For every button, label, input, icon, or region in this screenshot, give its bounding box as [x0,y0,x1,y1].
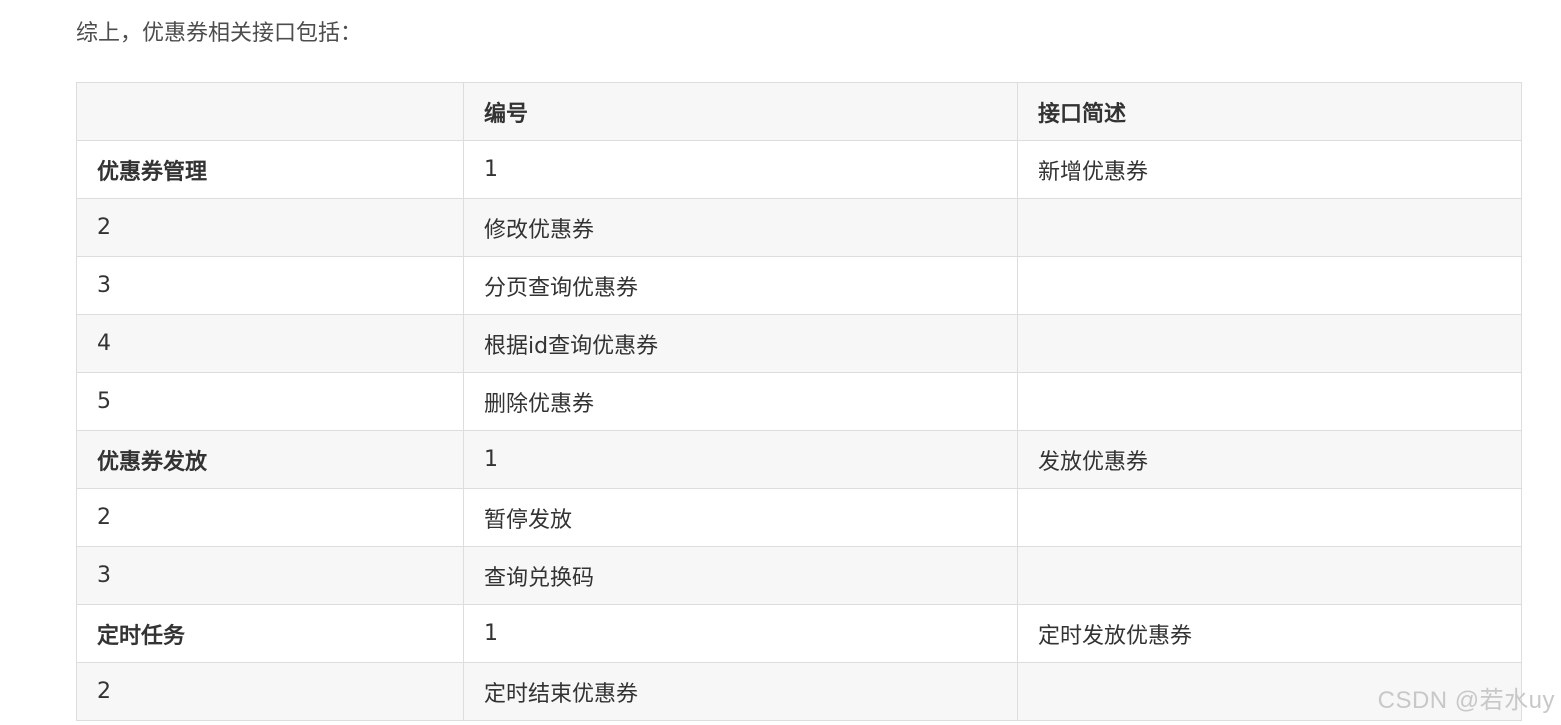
table-cell-group: 定时任务 [76,604,464,663]
table-cell [1017,198,1522,257]
table-cell: 发放优惠券 [1017,430,1522,489]
table-cell: 5 [76,372,464,431]
table-cell: 暂停发放 [463,488,1018,547]
table-cell [1017,256,1522,315]
intro-text: 综上，优惠券相关接口包括： [76,21,363,46]
header-number: 编号 [463,82,1018,141]
table-row: 5 删除优惠券 [76,372,1522,431]
table-cell-group: 优惠券发放 [76,430,464,489]
table-cell: 定时结束优惠券 [463,662,1018,721]
table-cell: 2 [76,662,464,721]
csdn-watermark: CSDN @若水uy [1377,687,1555,714]
table-row: 2 定时结束优惠券 [76,662,1522,721]
table-cell: 3 [76,256,464,315]
table-cell: 分页查询优惠券 [463,256,1018,315]
table-cell: 定时发放优惠券 [1017,604,1522,663]
table-cell: 新增优惠券 [1017,140,1522,199]
table-cell: 删除优惠券 [463,372,1018,431]
table-row: 优惠券发放 1 发放优惠券 [76,430,1522,489]
table-row: 2 暂停发放 [76,488,1522,547]
table-cell-group: 优惠券管理 [76,140,464,199]
table-cell [1017,314,1522,373]
header-description: 接口简述 [1017,82,1522,141]
table-cell: 1 [463,604,1018,663]
table-cell [1017,488,1522,547]
table-cell: 2 [76,198,464,257]
table-cell: 4 [76,314,464,373]
table-cell: 根据id查询优惠券 [463,314,1018,373]
table-cell: 2 [76,488,464,547]
table-row: 定时任务 1 定时发放优惠券 [76,604,1522,663]
header-category [76,82,464,141]
table-cell: 修改优惠券 [463,198,1018,257]
table-header-row: 编号 接口简述 [76,82,1522,141]
table-row: 3 查询兑换码 [76,546,1522,605]
table-cell [1017,546,1522,605]
table-row: 3 分页查询优惠券 [76,256,1522,315]
table-cell: 1 [463,430,1018,489]
table-cell [1017,372,1522,431]
table-cell: 查询兑换码 [463,546,1018,605]
coupon-api-table: 编号 接口简述 优惠券管理 1 新增优惠券 2 修改优惠券 3 分页查询优惠券 … [76,82,1522,721]
table-row: 优惠券管理 1 新增优惠券 [76,140,1522,199]
table-row: 4 根据id查询优惠券 [76,314,1522,373]
table-cell: 3 [76,546,464,605]
table-cell: 1 [463,140,1018,199]
table-row: 2 修改优惠券 [76,198,1522,257]
